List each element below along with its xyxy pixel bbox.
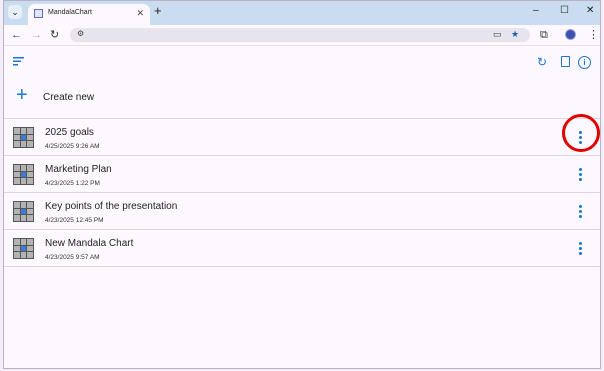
- forward-icon[interactable]: →: [31, 28, 42, 42]
- plus-icon: +: [16, 84, 28, 106]
- address-bar[interactable]: ⚙ ▭ ★: [70, 28, 530, 42]
- minimize-button[interactable]: –: [533, 4, 539, 18]
- tab-close-icon[interactable]: ✕: [136, 8, 144, 19]
- browser-menu-icon[interactable]: ⋮: [588, 28, 599, 42]
- item-title: Marketing Plan: [45, 164, 112, 175]
- list-item[interactable]: New Mandala Chart 4/23/2025 9:57 AM: [4, 229, 600, 267]
- item-date: 4/25/2025 9:26 AM: [45, 143, 100, 150]
- sort-filter-icon[interactable]: [13, 57, 24, 66]
- mandala-thumbnail-icon: [13, 164, 34, 185]
- create-new-button[interactable]: + Create new: [4, 81, 600, 115]
- tab-search-icon[interactable]: ⌄: [8, 5, 22, 19]
- info-icon[interactable]: i: [578, 56, 591, 69]
- list-item[interactable]: 2025 goals 4/25/2025 9:26 AM: [4, 118, 600, 155]
- item-title: 2025 goals: [45, 127, 94, 138]
- maximize-button[interactable]: ☐: [560, 4, 569, 18]
- list-item[interactable]: Marketing Plan 4/23/2025 1:22 PM: [4, 155, 600, 192]
- tab-mandalachart[interactable]: MandalaChart ✕: [28, 4, 150, 25]
- site-settings-icon[interactable]: ⚙: [77, 29, 84, 38]
- mandala-thumbnail-icon: [13, 201, 34, 222]
- chart-list: 2025 goals 4/25/2025 9:26 AM Marketing P…: [4, 118, 600, 267]
- tab-strip: ⌄ MandalaChart ✕ + – ☐ ✕: [4, 1, 600, 25]
- profile-avatar[interactable]: [565, 29, 576, 40]
- close-window-button[interactable]: ✕: [586, 4, 594, 18]
- tab-title: MandalaChart: [48, 9, 92, 16]
- download-save-icon[interactable]: [561, 56, 570, 67]
- reload-icon[interactable]: ↻: [50, 28, 59, 42]
- item-date: 4/23/2025 9:57 AM: [45, 254, 100, 261]
- item-date: 4/23/2025 12:45 PM: [45, 217, 104, 224]
- mandala-thumbnail-icon: [13, 127, 34, 148]
- bookmark-star-icon[interactable]: ★: [511, 29, 519, 40]
- item-title: Key points of the presentation: [45, 201, 178, 212]
- create-new-label: Create new: [43, 92, 95, 103]
- red-highlight-circle: [562, 114, 600, 152]
- cast-icon[interactable]: ▭: [493, 29, 502, 40]
- item-date: 4/23/2025 1:22 PM: [45, 180, 100, 187]
- browser-window: ⌄ MandalaChart ✕ + – ☐ ✕ ← → ↻ ⚙ ▭ ★ ⧉ ⋮…: [3, 0, 601, 369]
- more-options-icon[interactable]: [575, 167, 587, 183]
- item-title: New Mandala Chart: [45, 238, 134, 249]
- app-header: ↻ i: [4, 46, 600, 76]
- refresh-icon[interactable]: ↻: [537, 55, 547, 69]
- more-options-icon[interactable]: [575, 204, 587, 220]
- extensions-icon[interactable]: ⧉: [540, 28, 548, 42]
- new-tab-button[interactable]: +: [154, 4, 162, 18]
- browser-toolbar: ← → ↻ ⚙ ▭ ★ ⧉ ⋮: [4, 25, 600, 46]
- favicon-icon: [34, 9, 43, 18]
- more-options-icon[interactable]: [575, 241, 587, 257]
- mandala-thumbnail-icon: [13, 238, 34, 259]
- list-item[interactable]: Key points of the presentation 4/23/2025…: [4, 192, 600, 229]
- back-icon[interactable]: ←: [11, 28, 22, 42]
